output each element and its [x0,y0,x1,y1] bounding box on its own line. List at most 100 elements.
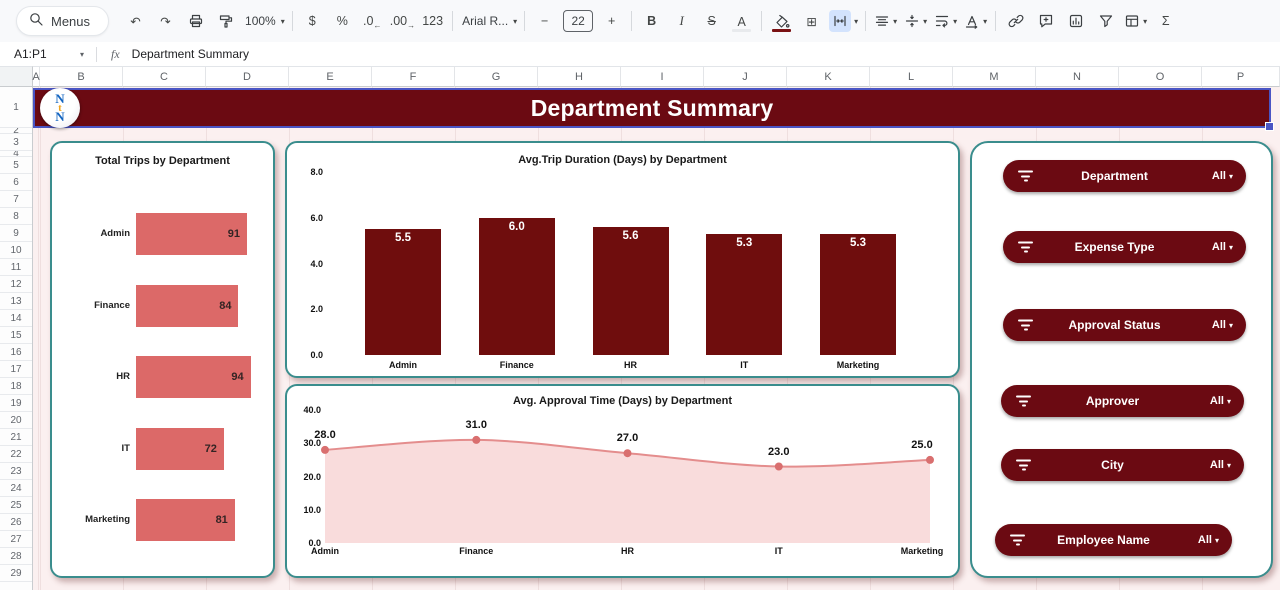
insert-comment-button[interactable] [1031,8,1060,34]
undo-button[interactable]: ↶ [121,8,150,34]
row-header-27[interactable]: 27 [0,531,32,548]
filter-value-dropdown[interactable]: All▾ [1210,449,1231,481]
filter-expense-type[interactable]: Expense TypeAll▾ [1003,231,1246,263]
row-header-22[interactable]: 22 [0,446,32,463]
column-header-K[interactable]: K [787,67,870,87]
column-header-N[interactable]: N [1036,67,1119,87]
merge-cells-button[interactable]: ▾ [827,8,860,34]
table-views-button[interactable]: ▾ [1121,8,1150,34]
filter-value-dropdown[interactable]: All▾ [1212,231,1233,263]
filter-department[interactable]: DepartmentAll▾ [1003,160,1246,192]
row-header-9[interactable]: 9 [0,225,32,242]
insert-link-button[interactable] [1001,8,1030,34]
column-header-C[interactable]: C [123,67,206,87]
format-percent-button[interactable]: % [328,8,357,34]
row-header-7[interactable]: 7 [0,191,32,208]
select-all-corner[interactable] [0,66,33,87]
row-header-26[interactable]: 26 [0,514,32,531]
column-header-L[interactable]: L [870,67,953,87]
decrease-decimals-button[interactable]: .0← [358,8,387,34]
row-header-18[interactable]: 18 [0,378,32,395]
column-header-E[interactable]: E [289,67,372,87]
row-header-19[interactable]: 19 [0,395,32,412]
more-formats-button[interactable]: 123 [418,8,447,34]
text-wrap-button[interactable]: ▾ [931,8,960,34]
column-header-G[interactable]: G [455,67,538,87]
category-label: HR [52,371,130,382]
selection-fill-handle[interactable] [1265,122,1274,131]
zoom-select[interactable]: 100%▾ [241,8,287,34]
name-box[interactable]: A1:P1 ▾ [0,47,90,61]
row-header-3[interactable]: 3 [0,134,32,151]
column-header-A[interactable]: A [33,67,40,87]
column-header-M[interactable]: M [953,67,1036,87]
row-header-28[interactable]: 28 [0,548,32,565]
decrease-font-size-button[interactable]: − [530,8,559,34]
column-header-J[interactable]: J [704,67,787,87]
sheet-canvas[interactable]: N t N Department Summary Total Trips by … [33,87,1280,590]
row-header-14[interactable]: 14 [0,310,32,327]
italic-button[interactable]: I [667,8,696,34]
filter-value-dropdown[interactable]: All▾ [1210,385,1231,417]
row-header-11[interactable]: 11 [0,259,32,276]
row-header-21[interactable]: 21 [0,429,32,446]
row-header-1[interactable]: 1 [0,87,32,128]
paint-format-button[interactable] [211,8,240,34]
row-header-8[interactable]: 8 [0,208,32,225]
title-banner-cell[interactable]: N t N Department Summary [33,88,1271,128]
column-header-I[interactable]: I [621,67,704,87]
bold-button[interactable]: B [637,8,666,34]
row-header-13[interactable]: 13 [0,293,32,310]
row-header-17[interactable]: 17 [0,361,32,378]
row-header-25[interactable]: 25 [0,497,32,514]
borders-button[interactable]: ⊞ [797,8,826,34]
print-button[interactable] [181,8,210,34]
row-header-15[interactable]: 15 [0,327,32,344]
column-header-O[interactable]: O [1119,67,1202,87]
approval-chart-panel[interactable]: Avg. Approval Time (Days) by Department … [285,384,960,578]
column-header-D[interactable]: D [206,67,289,87]
formula-input[interactable]: Department Summary [132,47,249,61]
filter-value-dropdown[interactable]: All▾ [1212,309,1233,341]
fill-color-button[interactable] [767,7,796,35]
filter-approval-status[interactable]: Approval StatusAll▾ [1003,309,1246,341]
column-header-B[interactable]: B [40,67,123,87]
create-filter-button[interactable] [1091,8,1120,34]
row-header-29[interactable]: 29 [0,565,32,582]
column-header-P[interactable]: P [1202,67,1280,87]
row-header-5[interactable]: 5 [0,157,32,174]
row-header-6[interactable]: 6 [0,174,32,191]
redo-button[interactable]: ↷ [151,8,180,34]
x-axis-label: HR [591,360,671,370]
column-header-H[interactable]: H [538,67,621,87]
row-header-10[interactable]: 10 [0,242,32,259]
vertical-align-button[interactable]: ▾ [901,8,930,34]
row-header-20[interactable]: 20 [0,412,32,429]
duration-chart-panel[interactable]: Avg.Trip Duration (Days) by Department 8… [285,141,960,378]
column-header-F[interactable]: F [372,67,455,87]
text-rotation-button[interactable]: ▾ [961,8,990,34]
strikethrough-button[interactable]: S [697,8,726,34]
functions-button[interactable]: Σ [1151,8,1180,34]
row-header-24[interactable]: 24 [0,480,32,497]
filter-value-dropdown[interactable]: All▾ [1212,160,1233,192]
menus-button[interactable]: Menus [16,6,109,36]
font-select[interactable]: Arial R...▾ [458,8,519,34]
filter-approver[interactable]: ApproverAll▾ [1001,385,1244,417]
trips-chart-panel[interactable]: Total Trips by Department Admin91Finance… [50,141,275,578]
row-header-12[interactable]: 12 [0,276,32,293]
horizontal-align-button[interactable]: ▾ [871,8,900,34]
text-color-button[interactable]: A [727,7,756,35]
increase-font-size-button[interactable]: + [597,8,626,34]
row-header-16[interactable]: 16 [0,344,32,361]
format-currency-button-glyph: $ [309,14,316,28]
font-size-input[interactable]: 22 [563,10,593,32]
row-header-23[interactable]: 23 [0,463,32,480]
filter-city[interactable]: CityAll▾ [1001,449,1244,481]
insert-chart-button[interactable] [1061,8,1090,34]
format-currency-button[interactable]: $ [298,8,327,34]
filter-value-dropdown[interactable]: All▾ [1198,524,1219,556]
data-point [624,449,632,457]
increase-decimals-button[interactable]: .00→ [388,8,417,34]
filter-employee-name[interactable]: Employee NameAll▾ [995,524,1232,556]
